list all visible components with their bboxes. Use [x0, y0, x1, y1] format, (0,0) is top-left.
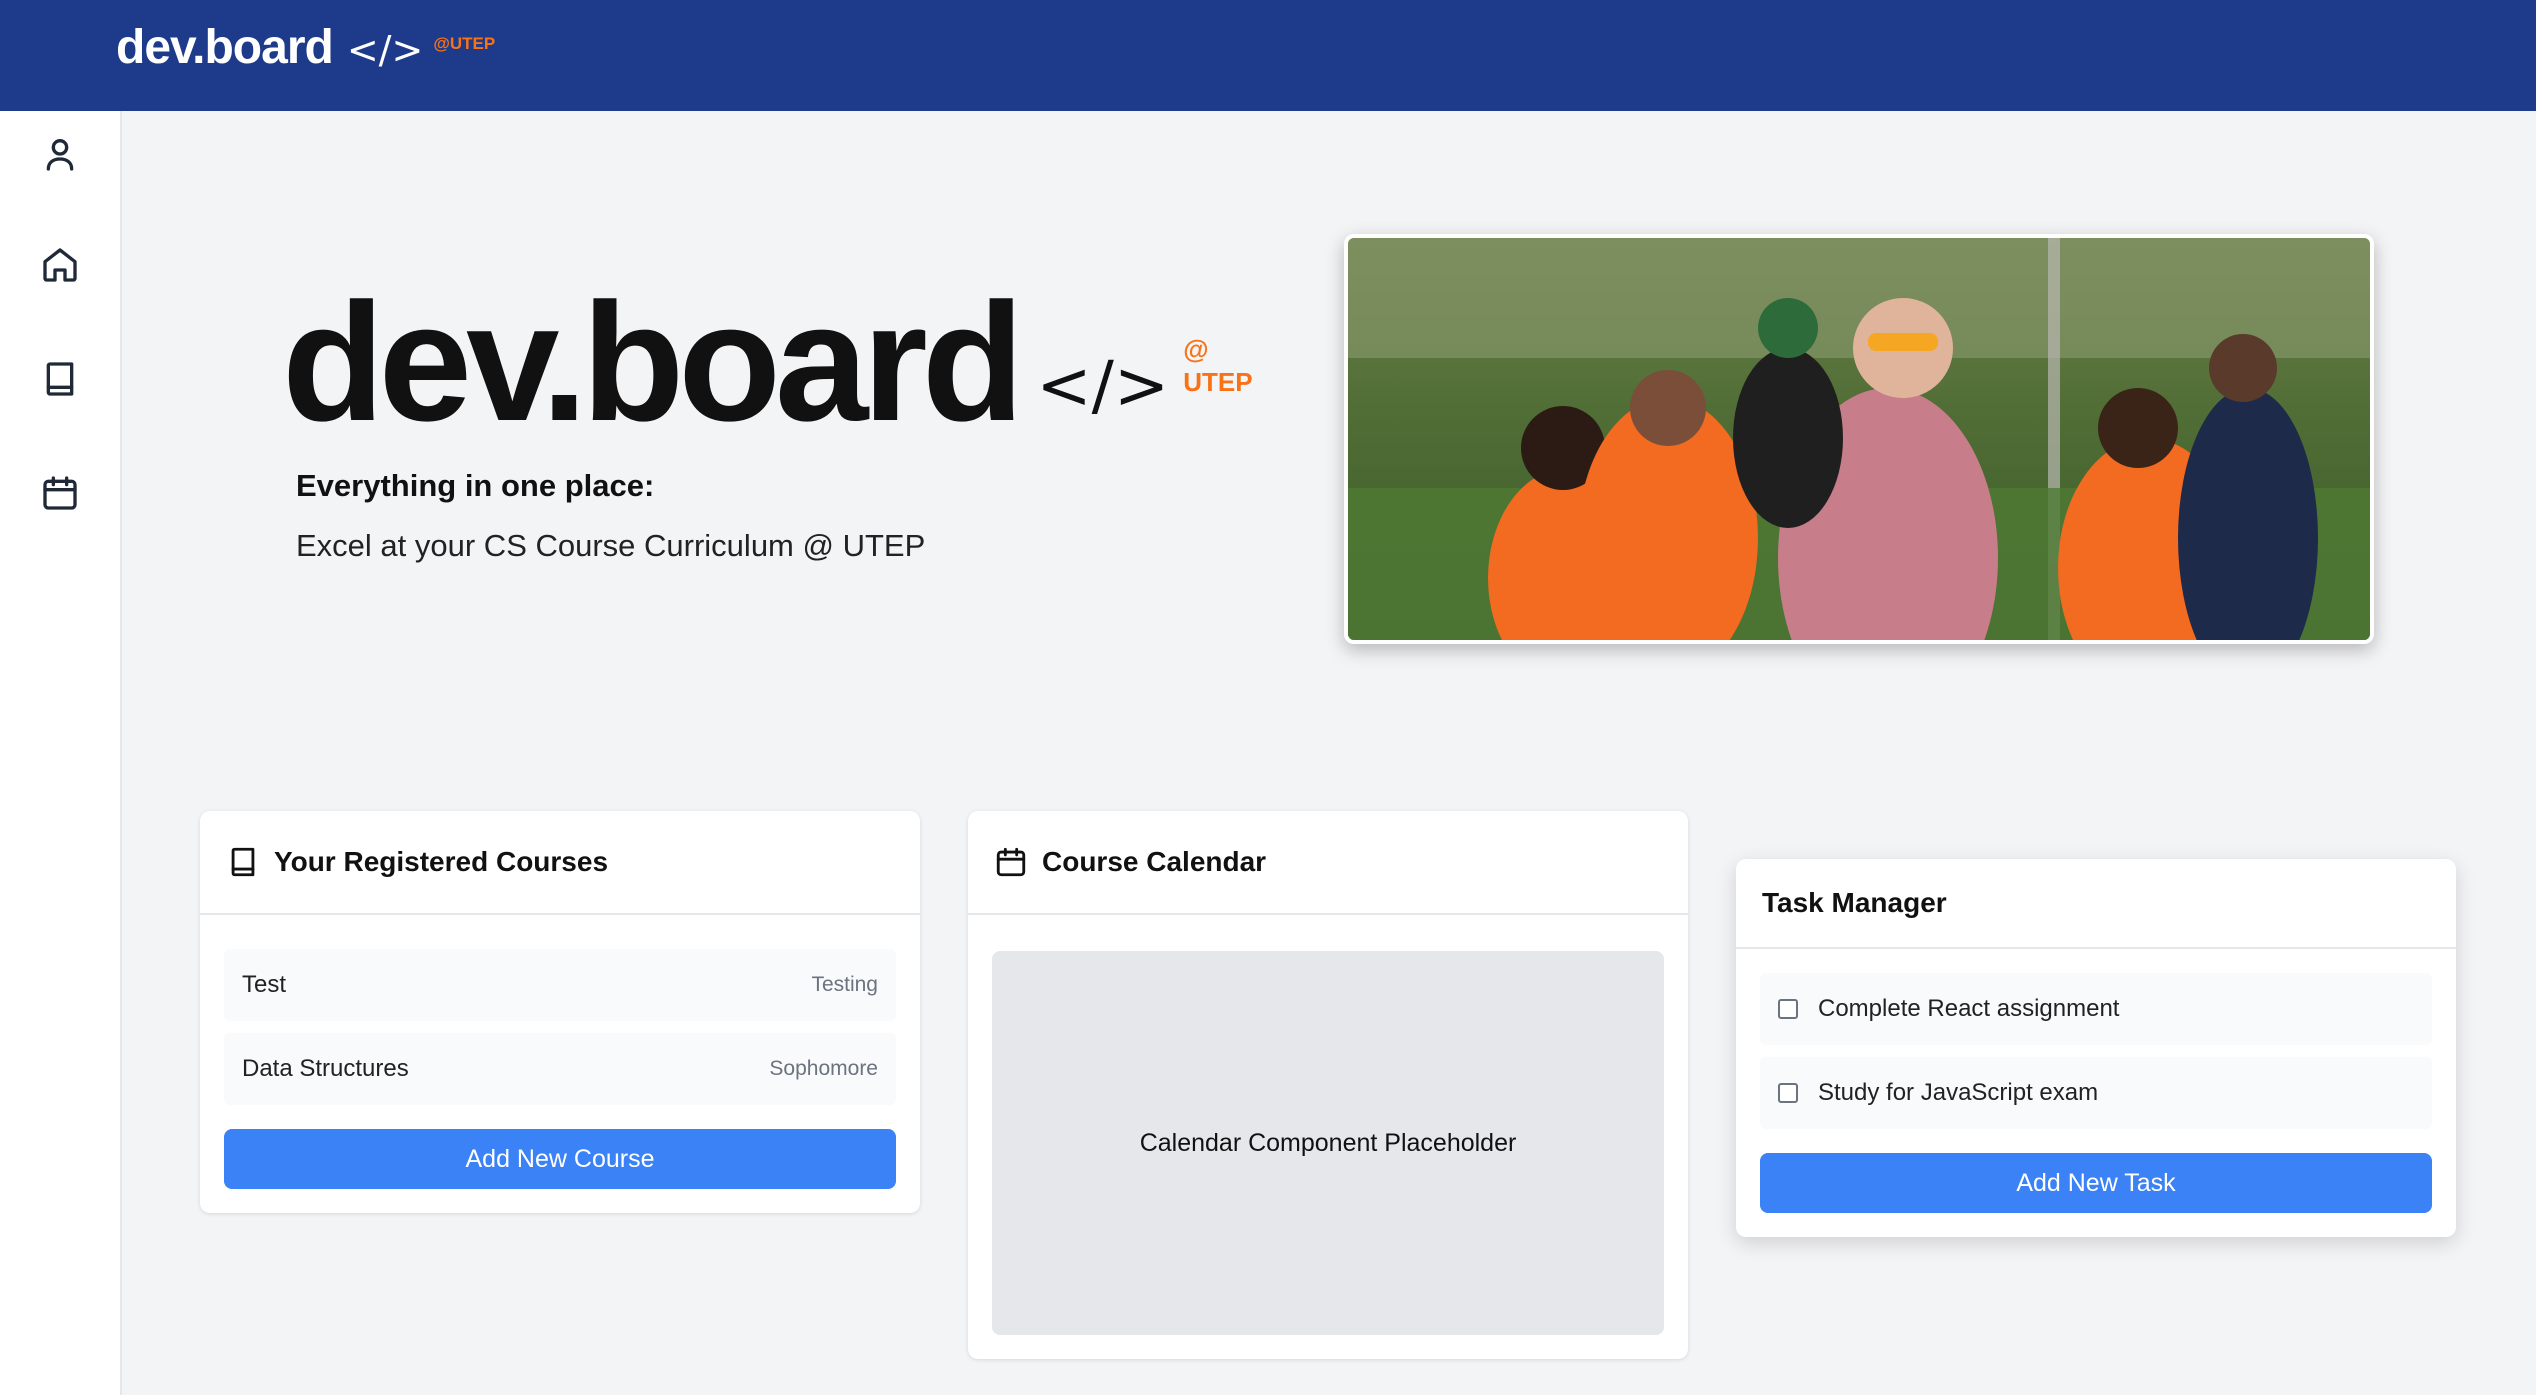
brand-logo[interactable]: dev.board </> @UTEP — [116, 20, 495, 75]
card-header: Task Manager — [1736, 859, 2456, 949]
sidebar — [0, 111, 122, 1395]
brand-utep: @UTEP — [433, 34, 496, 53]
card-header: Course Calendar — [968, 811, 1688, 915]
book-icon — [231, 847, 255, 877]
hero-at: @ — [1183, 334, 1209, 364]
course-level: Testing — [811, 973, 878, 996]
course-level: Sophomore — [769, 1057, 878, 1080]
hero-brand-name: dev.board — [282, 268, 1024, 456]
hero-title: dev.board </> @ UTEP — [282, 278, 1253, 446]
course-name: Data Structures — [242, 1055, 409, 1082]
task-label: Complete React assignment — [1818, 995, 2120, 1022]
course-row[interactable]: Test Testing — [224, 949, 896, 1021]
calendar-icon — [996, 847, 1026, 877]
task-row: Complete React assignment — [1760, 973, 2432, 1045]
top-navbar: dev.board </> @UTEP — [0, 0, 2536, 111]
registered-courses-card: Your Registered Courses Test Testing Dat… — [200, 811, 920, 1213]
task-checkbox[interactable] — [1778, 1083, 1798, 1103]
card-header: Your Registered Courses — [200, 811, 920, 915]
tasks-title: Task Manager — [1762, 887, 1947, 918]
hero-subtitle: Excel at your CS Course Curriculum @ UTE… — [296, 528, 926, 563]
hero-utep-label: UTEP — [1183, 366, 1253, 397]
calendar-icon[interactable] — [40, 473, 80, 513]
add-task-button[interactable]: Add New Task — [1760, 1153, 2432, 1213]
book-icon[interactable] — [40, 359, 80, 399]
home-icon[interactable] — [40, 245, 80, 285]
courses-title: Your Registered Courses — [274, 846, 609, 877]
task-checkbox[interactable] — [1778, 999, 1798, 1019]
profile-icon[interactable] — [40, 134, 80, 174]
code-icon: </> — [346, 28, 424, 72]
task-manager-card: Task Manager Complete React assignment S… — [1736, 859, 2456, 1237]
hero-photo — [1344, 234, 2374, 644]
hero-utep: @ UTEP — [1183, 333, 1252, 398]
course-row[interactable]: Data Structures Sophomore — [224, 1033, 896, 1105]
code-icon: </> — [1036, 347, 1170, 424]
hero-tagline: Everything in one place: — [296, 468, 655, 503]
calendar-placeholder: Calendar Component Placeholder — [992, 951, 1664, 1335]
task-label: Study for JavaScript exam — [1818, 1079, 2099, 1106]
add-course-button[interactable]: Add New Course — [224, 1129, 896, 1189]
task-row: Study for JavaScript exam — [1760, 1057, 2432, 1129]
course-name: Test — [242, 971, 287, 998]
brand-name: dev.board — [116, 21, 334, 74]
calendar-title: Course Calendar — [1042, 846, 1267, 877]
course-calendar-card: Course Calendar Calendar Component Place… — [968, 811, 1688, 1359]
